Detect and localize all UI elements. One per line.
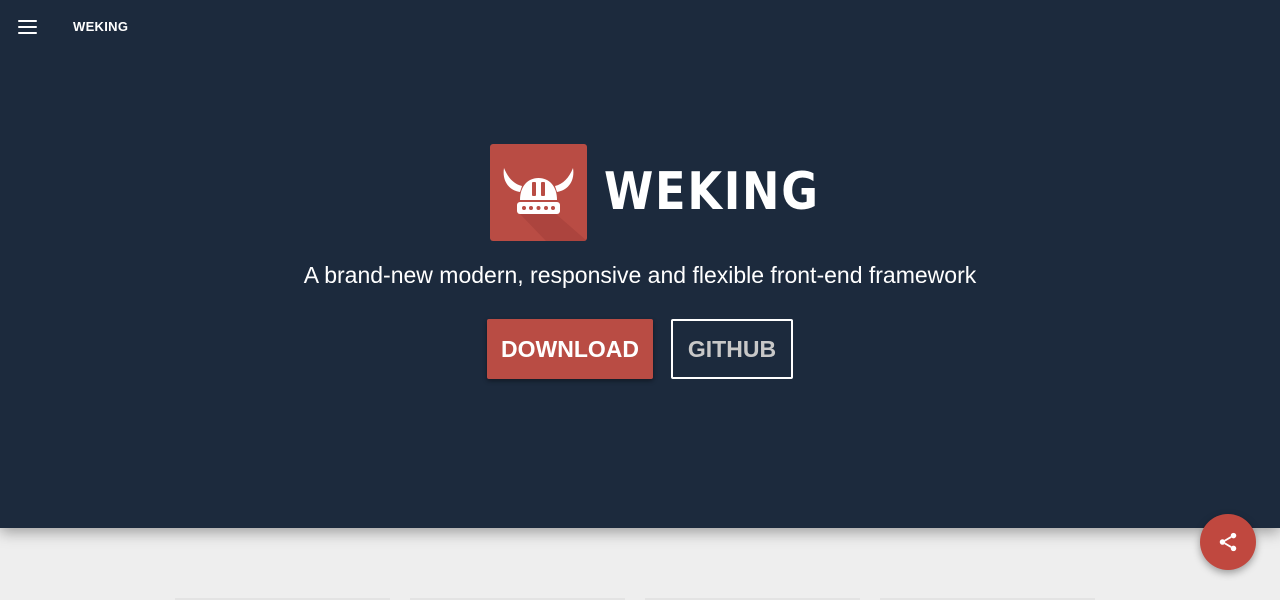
download-button[interactable]: DOWNLOAD <box>487 319 653 379</box>
cards-row <box>0 590 1280 600</box>
logo-text: WEKING <box>604 162 820 222</box>
tagline: A brand-new modern, responsive and flexi… <box>303 262 977 288</box>
logo: WEKING <box>490 144 818 242</box>
top-bar: WEKING <box>0 0 1280 54</box>
brand-title[interactable]: WEKING <box>73 19 128 34</box>
hero-section: WEKING WEKING A brand-new modern, respon… <box>0 0 1280 528</box>
github-button[interactable]: GITHUB <box>671 319 793 379</box>
share-icon <box>1219 532 1237 552</box>
hamburger-icon[interactable] <box>14 14 42 40</box>
viking-helmet-icon <box>490 144 587 241</box>
share-button[interactable] <box>1200 514 1256 570</box>
